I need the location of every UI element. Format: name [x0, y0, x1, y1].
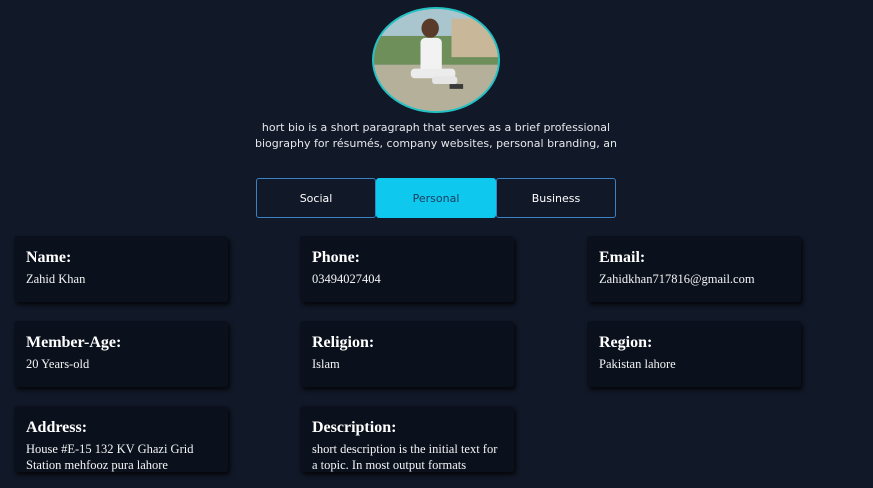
member-age-label: Member-Age:	[26, 334, 122, 351]
tab-social[interactable]: Social	[256, 178, 376, 218]
profile-bio: hort bio is a short paragraph that serve…	[254, 121, 617, 150]
phone-label: Phone:	[312, 249, 360, 266]
religion-value: Islam	[312, 357, 340, 371]
description-label: Description:	[312, 419, 397, 436]
description-value: short description is the initial text fo…	[312, 442, 498, 472]
email-label: Email:	[599, 249, 646, 266]
address-value: House #E-15 132 KV Ghazi Grid Station me…	[26, 442, 194, 472]
name-card: Name: Zahid Khan	[14, 236, 228, 302]
phone-card: Phone: 03494027404	[300, 236, 514, 302]
description-card: Description: short description is the in…	[300, 406, 514, 472]
region-card: Region: Pakistan lahore	[587, 321, 801, 387]
region-label: Region:	[599, 334, 653, 351]
religion-card: Religion: Islam	[300, 321, 514, 387]
email-value: Zahidkhan717816@gmail.com	[599, 272, 755, 286]
address-card: Address: House #E-15 132 KV Ghazi Grid S…	[14, 406, 228, 472]
profile-avatar	[372, 7, 500, 113]
phone-value: 03494027404	[312, 272, 381, 286]
name-label: Name:	[26, 249, 72, 266]
member-age-value: 20 Years-old	[26, 357, 90, 371]
region-value: Pakistan lahore	[599, 357, 676, 371]
email-card: Email: Zahidkhan717816@gmail.com	[587, 236, 801, 302]
profile-tabs: Social Personal Business	[256, 178, 616, 218]
member-age-card: Member-Age: 20 Years-old	[14, 321, 228, 387]
profile-photo	[374, 9, 498, 111]
tab-personal[interactable]: Personal	[376, 178, 496, 218]
address-label: Address:	[26, 419, 88, 436]
name-value: Zahid Khan	[26, 272, 86, 286]
tab-business[interactable]: Business	[496, 178, 616, 218]
religion-label: Religion:	[312, 334, 375, 351]
